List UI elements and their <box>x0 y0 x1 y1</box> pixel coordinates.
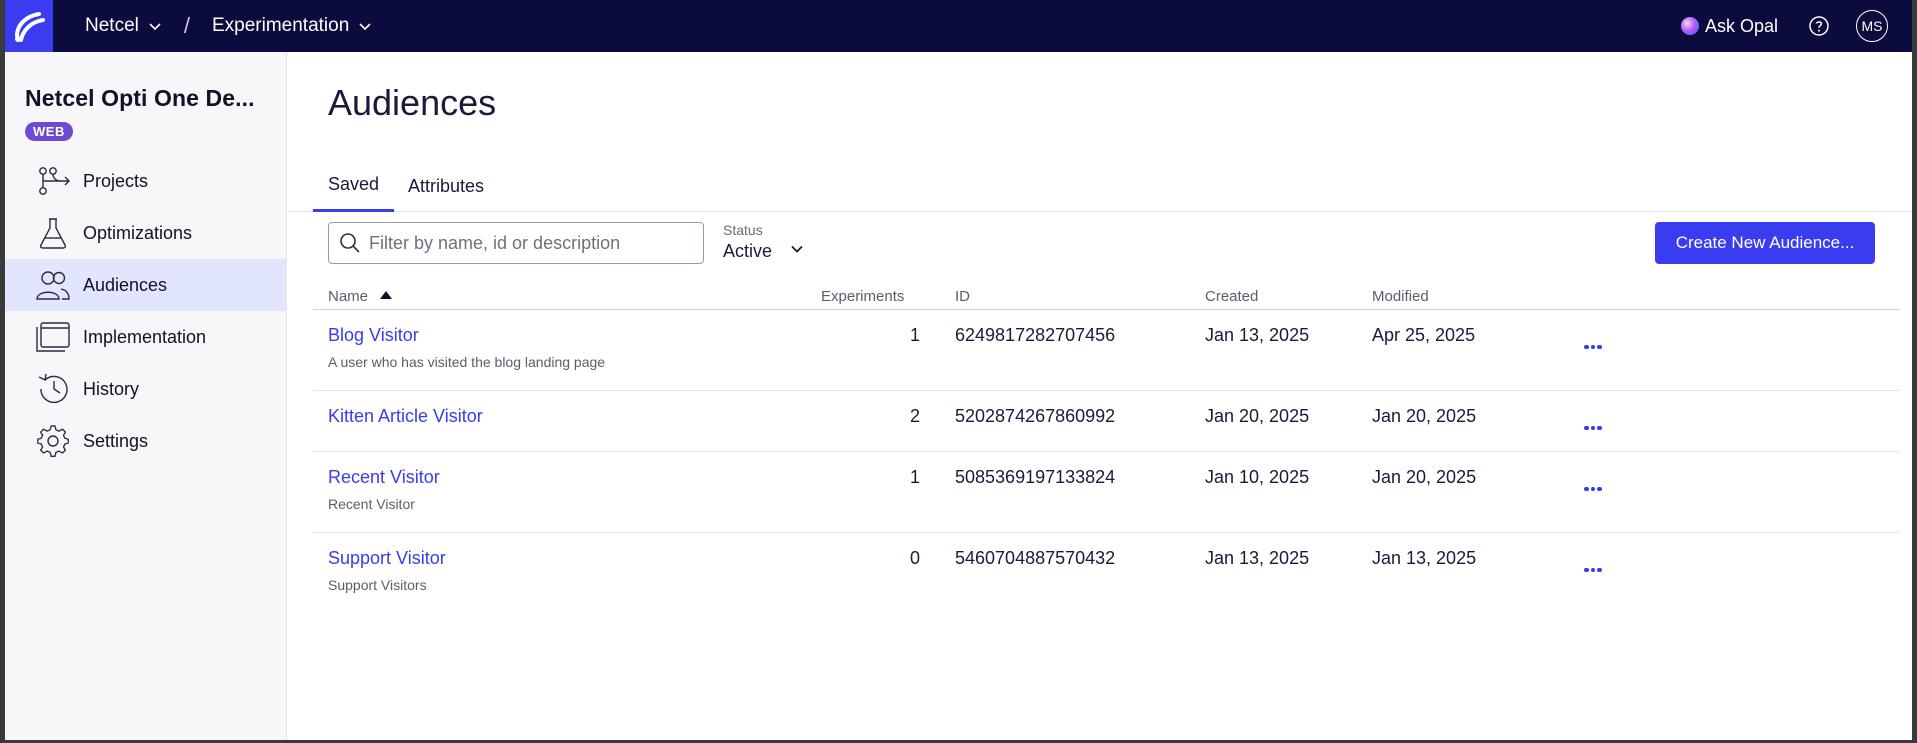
history-icon <box>38 373 68 404</box>
chevron-down-icon <box>149 23 161 31</box>
experiments-count: 0 <box>910 548 921 568</box>
sidebar: Netcel Opti One De... WEB Projects Optim… <box>5 52 287 740</box>
table-row: Kitten Article Visitor 2 520287426786099… <box>313 391 1900 452</box>
sidebar-item-label: Optimizations <box>83 222 193 243</box>
table-row: Blog Visitor A user who has visited the … <box>313 310 1900 391</box>
search-icon <box>340 233 360 253</box>
column-header-created[interactable]: Created <box>1205 288 1258 305</box>
sidebar-item-history[interactable]: History <box>5 363 287 415</box>
audience-description: Support Visitors <box>328 577 427 593</box>
table-header: Name Experiments ID Created Modified <box>313 282 1900 310</box>
top-navigation-bar: Netcel / Experimentation Ask Opal MS <box>5 0 1912 52</box>
project-name[interactable]: Netcel Opti One De... <box>25 85 255 112</box>
search-box <box>328 222 704 264</box>
sidebar-item-implementation[interactable]: Implementation <box>5 311 287 363</box>
sidebar-item-projects[interactable]: Projects <box>5 155 287 207</box>
search-input[interactable] <box>369 232 689 254</box>
audience-name-link[interactable]: Recent Visitor <box>328 467 440 488</box>
row-actions-menu-icon[interactable] <box>1584 559 1606 572</box>
help-icon[interactable] <box>1808 15 1830 37</box>
audience-description: A user who has visited the blog landing … <box>328 354 606 370</box>
status-value: Active <box>723 241 773 261</box>
modified-date: Jan 20, 2025 <box>1372 406 1477 426</box>
breadcrumb-separator: / <box>183 13 190 38</box>
experiments-count: 2 <box>910 406 921 426</box>
created-date: Jan 10, 2025 <box>1205 467 1310 487</box>
audiences-icon <box>36 271 70 300</box>
product-name: Experimentation <box>211 15 350 36</box>
status-label: Status <box>723 222 763 238</box>
created-date: Jan 13, 2025 <box>1205 548 1310 568</box>
column-header-label: Name <box>328 288 369 305</box>
column-header-name[interactable]: Name <box>328 288 393 305</box>
audience-id: 5202874267860992 <box>955 406 1116 426</box>
experiments-count: 1 <box>910 325 921 345</box>
org-name: Netcel <box>85 15 139 36</box>
audience-id: 5085369197133824 <box>955 467 1116 487</box>
implementation-icon <box>36 322 70 352</box>
audience-name-link[interactable]: Blog Visitor <box>328 325 419 346</box>
ask-opal-label: Ask Opal <box>1704 15 1778 36</box>
user-avatar[interactable]: MS <box>1856 10 1888 42</box>
opal-icon <box>1680 17 1699 35</box>
modified-date: Jan 20, 2025 <box>1372 467 1477 487</box>
create-new-audience-button[interactable]: Create New Audience... <box>1655 222 1875 264</box>
modified-date: Jan 13, 2025 <box>1372 548 1477 568</box>
sidebar-item-label: Settings <box>83 430 149 451</box>
projects-icon <box>39 167 70 195</box>
sidebar-item-label: Implementation <box>83 326 207 347</box>
tab-saved[interactable]: Saved <box>313 160 395 212</box>
sidebar-item-label: History <box>83 378 140 399</box>
sidebar-item-optimizations[interactable]: Optimizations <box>5 207 287 259</box>
table-row: Recent Visitor Recent Visitor 1 50853691… <box>313 452 1900 533</box>
row-actions-menu-icon[interactable] <box>1584 478 1606 491</box>
table-row: Support Visitor Support Visitors 0 54607… <box>313 533 1900 614</box>
main-content: Audiences Saved Attributes Status Active… <box>288 52 1912 740</box>
sidebar-item-settings[interactable]: Settings <box>5 415 287 467</box>
product-switcher[interactable]: Experimentation <box>212 15 372 37</box>
user-initials: MS <box>1861 18 1883 34</box>
audience-name-link[interactable]: Support Visitor <box>328 548 446 569</box>
column-header-experiments[interactable]: Experiments <box>821 288 904 305</box>
modified-date: Apr 25, 2025 <box>1372 325 1476 345</box>
org-switcher[interactable]: Netcel <box>85 15 162 37</box>
created-date: Jan 20, 2025 <box>1205 406 1310 426</box>
chevron-down-icon <box>791 245 803 253</box>
experiments-count: 1 <box>910 467 921 487</box>
audience-description: Recent Visitor <box>328 496 415 512</box>
row-actions-menu-icon[interactable] <box>1584 336 1606 349</box>
sidebar-item-audiences[interactable]: Audiences <box>5 259 287 311</box>
optimizely-logo-icon[interactable] <box>5 0 53 52</box>
created-date: Jan 13, 2025 <box>1205 325 1310 345</box>
chevron-down-icon <box>359 23 371 31</box>
status-filter-dropdown[interactable]: Status Active <box>723 222 803 262</box>
audience-name-link[interactable]: Kitten Article Visitor <box>328 406 483 427</box>
sidebar-nav: Projects Optimizations Audiences Impleme… <box>5 155 287 467</box>
audience-id: 6249817282707456 <box>955 325 1116 345</box>
gear-icon <box>37 425 69 457</box>
column-header-modified[interactable]: Modified <box>1372 288 1429 305</box>
row-actions-menu-icon[interactable] <box>1584 417 1606 430</box>
audiences-table: Name Experiments ID Created Modified Blo… <box>313 282 1900 614</box>
sort-ascending-icon <box>380 291 393 299</box>
column-header-id[interactable]: ID <box>955 288 970 305</box>
ask-opal-button[interactable]: Ask Opal <box>1680 15 1778 37</box>
sidebar-item-label: Projects <box>83 170 149 191</box>
page-title: Audiences <box>328 82 497 123</box>
tab-bar: Saved Attributes <box>288 160 1912 212</box>
audience-id: 5460704887570432 <box>955 548 1116 568</box>
platform-badge: WEB <box>25 122 73 141</box>
tab-attributes[interactable]: Attributes <box>393 160 499 212</box>
sidebar-item-label: Audiences <box>83 274 168 295</box>
flask-icon <box>39 218 67 249</box>
